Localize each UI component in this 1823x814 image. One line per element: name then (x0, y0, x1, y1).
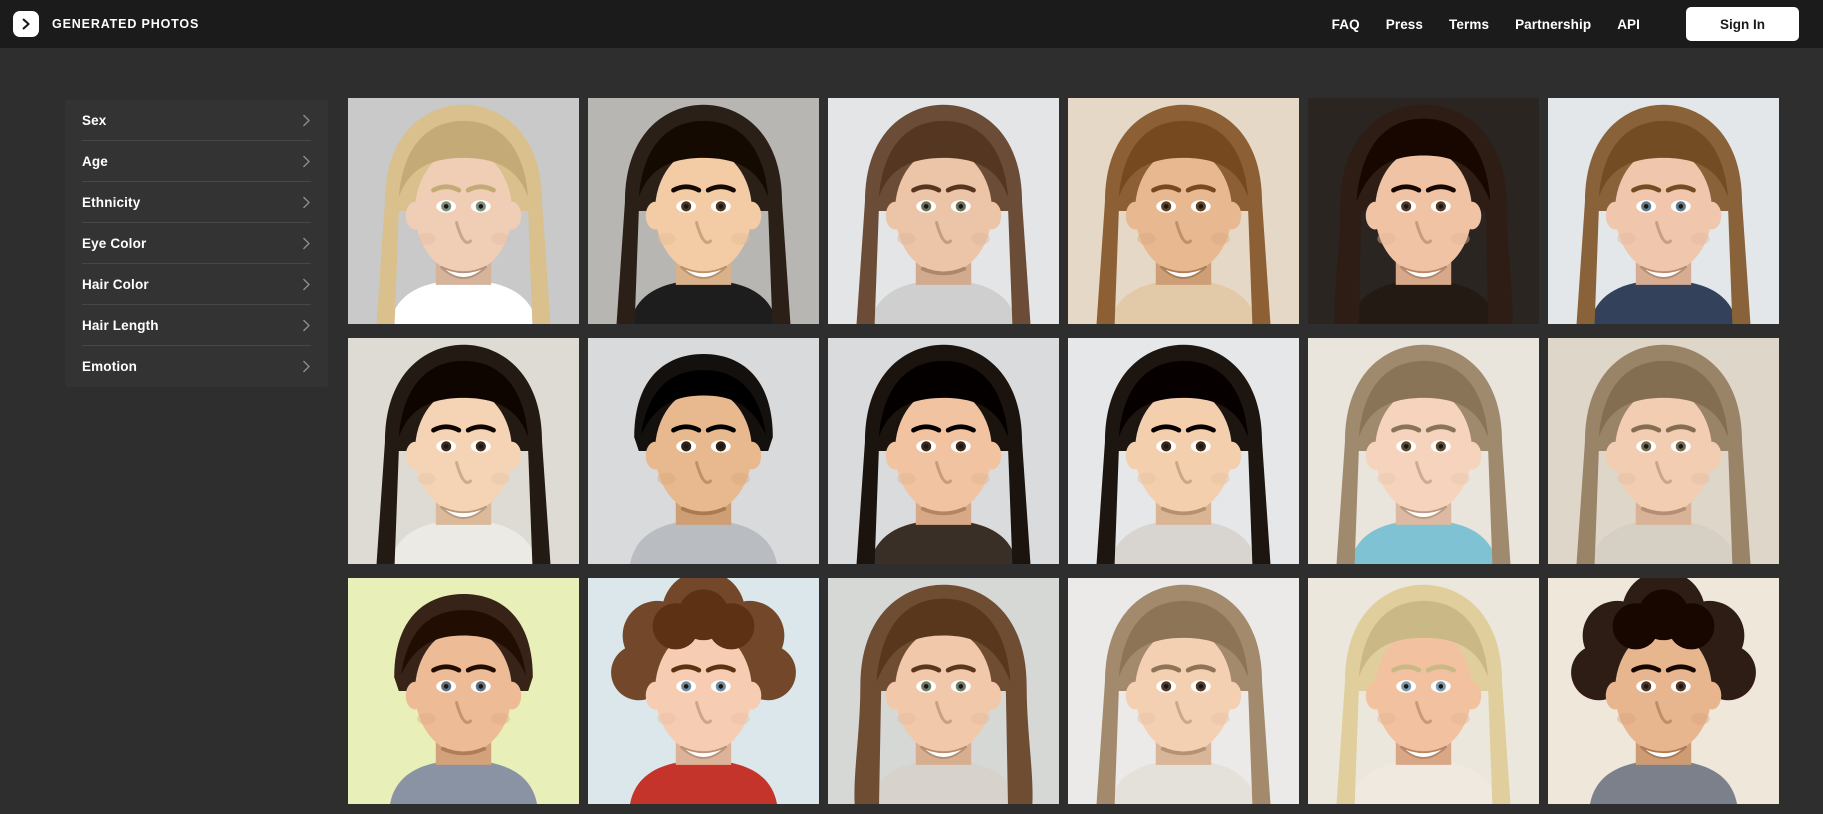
filter-label: Emotion (82, 359, 138, 374)
photo-cell[interactable] (1308, 578, 1548, 814)
photo-cell[interactable] (1068, 578, 1308, 814)
photo-cell[interactable] (1308, 98, 1548, 338)
generated-face-photo[interactable] (1068, 98, 1299, 324)
chevron-right-icon (302, 196, 311, 209)
photo-cell[interactable] (1548, 578, 1788, 814)
sidebar-item-ethnicity[interactable]: Ethnicity (82, 182, 311, 223)
sidebar-item-hair-length[interactable]: Hair Length (82, 305, 311, 346)
chevron-right-icon (302, 319, 311, 332)
generated-face-photo[interactable] (348, 338, 579, 564)
photo-cell[interactable] (828, 338, 1068, 578)
sign-in-button[interactable]: Sign In (1686, 7, 1799, 41)
chevron-right-icon (302, 278, 311, 291)
sidebar-item-sex[interactable]: Sex (82, 100, 311, 141)
filter-label: Hair Color (82, 276, 149, 292)
generated-face-photo[interactable] (1308, 98, 1539, 324)
brand-name: GENERATED PHOTOS (52, 17, 200, 31)
top-header: GENERATED PHOTOS FAQ Press Terms Partner… (0, 0, 1823, 48)
photo-cell[interactable] (348, 98, 588, 338)
brand-logo[interactable]: GENERATED PHOTOS (13, 11, 199, 37)
generated-face-photo[interactable] (348, 578, 579, 804)
sidebar-item-age[interactable]: Age (82, 141, 311, 182)
generated-face-photo[interactable] (1308, 338, 1539, 564)
generated-face-photo[interactable] (1548, 338, 1779, 564)
photo-gallery (348, 48, 1823, 814)
chevron-right-icon (302, 237, 311, 250)
photo-cell[interactable] (1308, 338, 1548, 578)
photo-cell[interactable] (1068, 338, 1308, 578)
generated-face-photo[interactable] (1548, 578, 1779, 804)
generated-face-photo[interactable] (828, 98, 1059, 324)
sidebar-item-eye-color[interactable]: Eye Color (82, 223, 311, 264)
generated-face-photo[interactable] (1068, 338, 1299, 564)
chevron-right-icon (302, 155, 311, 168)
filter-label: Hair Length (82, 317, 159, 333)
photo-cell[interactable] (828, 578, 1068, 814)
photo-cell[interactable] (1068, 98, 1308, 338)
filter-label: Ethnicity (82, 194, 141, 210)
photo-cell[interactable] (1548, 98, 1788, 338)
sidebar-item-hair-color[interactable]: Hair Color (82, 264, 311, 305)
photo-cell[interactable] (588, 578, 828, 814)
filter-label: Eye Color (82, 235, 147, 251)
nav-link-terms[interactable]: Terms (1436, 17, 1502, 32)
photo-cell[interactable] (828, 98, 1068, 338)
nav-link-press[interactable]: Press (1373, 17, 1436, 32)
chevron-right-icon (302, 114, 311, 127)
generated-face-photo[interactable] (1308, 578, 1539, 804)
generated-face-photo[interactable] (588, 338, 819, 564)
generated-face-photo[interactable] (1548, 98, 1779, 324)
filter-sidebar: Sex Age Ethnicity Eye Color Hair Color H… (0, 48, 348, 814)
generated-face-photo[interactable] (348, 98, 579, 324)
photo-grid (348, 98, 1788, 814)
generated-face-photo[interactable] (1068, 578, 1299, 804)
generated-face-photo[interactable] (828, 338, 1059, 564)
generated-face-photo[interactable] (828, 578, 1059, 804)
chevron-right-logo-icon (13, 11, 39, 37)
photo-cell[interactable] (588, 98, 828, 338)
generated-face-photo[interactable] (588, 578, 819, 804)
filter-label: Sex (82, 112, 107, 128)
main-nav: FAQ Press Terms Partnership API Sign In (1319, 7, 1799, 41)
nav-link-faq[interactable]: FAQ (1319, 17, 1373, 32)
nav-link-partnership[interactable]: Partnership (1502, 17, 1604, 32)
photo-cell[interactable] (348, 338, 588, 578)
photo-cell[interactable] (1548, 338, 1788, 578)
generated-face-photo[interactable] (588, 98, 819, 324)
photo-cell[interactable] (348, 578, 588, 814)
chevron-right-icon (302, 360, 311, 373)
filter-label: Age (82, 153, 108, 169)
page-body: Sex Age Ethnicity Eye Color Hair Color H… (0, 48, 1823, 814)
sidebar-item-emotion[interactable]: Emotion (82, 346, 311, 387)
nav-link-api[interactable]: API (1604, 17, 1653, 32)
filter-card: Sex Age Ethnicity Eye Color Hair Color H… (65, 100, 328, 387)
photo-cell[interactable] (588, 338, 828, 578)
